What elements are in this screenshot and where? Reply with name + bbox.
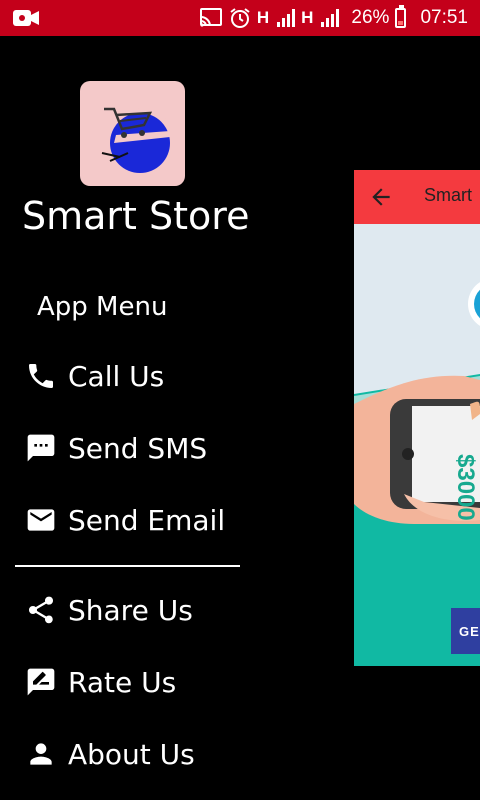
sms-icon [24, 431, 58, 465]
menu-caption: App Menu [37, 292, 168, 322]
menu-item-label: Send SMS [68, 431, 208, 465]
status-bar: H H 26% 07:51 [0, 0, 480, 36]
menu-item-send-sms[interactable]: Send SMS [24, 424, 207, 472]
menu-item-label: Call Us [68, 359, 165, 393]
menu-item-send-email[interactable]: Send Email [24, 496, 225, 544]
network-type-2: H [301, 8, 314, 27]
rate-icon [24, 665, 58, 699]
menu-item-rate-us[interactable]: Rate Us [24, 658, 176, 706]
person-icon [24, 737, 58, 771]
share-icon [24, 593, 58, 627]
menu-item-label: Share Us [68, 593, 193, 627]
signal-icon-2 [321, 9, 340, 27]
menu-item-label: About Us [68, 737, 195, 771]
battery-icon [395, 5, 407, 28]
banner-illustration: $3000 [354, 224, 480, 666]
menu-item-label: Send Email [68, 503, 226, 537]
battery-percent: 26% [351, 7, 390, 28]
navigation-drawer: Smart Store App Menu Call Us Send SMS Se… [0, 36, 354, 800]
phone-icon [24, 359, 58, 393]
menu-item-about-us[interactable]: About Us [24, 730, 195, 778]
back-arrow-icon[interactable] [368, 184, 394, 210]
smart-store-logo-icon [101, 107, 172, 173]
email-icon [24, 503, 58, 537]
menu-item-label: Rate Us [68, 665, 177, 699]
clock: 07:51 [420, 7, 468, 28]
cast-icon [199, 8, 222, 27]
video-camera-icon [13, 10, 39, 26]
phone-amount: $3000 [452, 454, 479, 521]
app-toolbar: Smart [354, 170, 480, 224]
alarm-icon [230, 8, 250, 28]
background-app-preview[interactable]: Smart $3000 GE [354, 170, 480, 666]
app-title: Smart Store [22, 194, 250, 238]
toolbar-title: Smart [424, 185, 473, 205]
menu-item-share-us[interactable]: Share Us [24, 586, 193, 634]
signal-icon-1 [277, 9, 296, 27]
network-type-1: H [256, 8, 270, 27]
menu-item-call-us[interactable]: Call Us [24, 352, 164, 400]
app-logo [80, 81, 185, 186]
get-started-button[interactable]: GE [451, 608, 480, 654]
menu-divider [15, 565, 240, 567]
